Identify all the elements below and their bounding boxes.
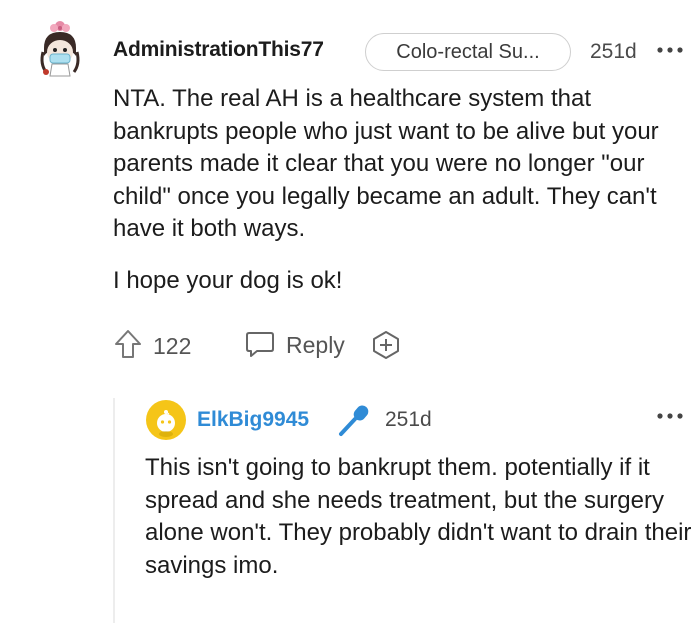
reply-icon[interactable] <box>244 328 276 360</box>
vote-score: 122 <box>153 333 192 359</box>
thread-line[interactable] <box>113 398 115 623</box>
microphone-icon <box>335 403 373 437</box>
more-options-icon[interactable] <box>654 406 690 426</box>
reply-username[interactable]: ElkBig9945 <box>197 408 309 432</box>
comment-username[interactable]: AdministrationThis77 <box>113 38 324 62</box>
comment-paragraph: I hope your dog is ok! <box>113 266 343 294</box>
more-options-icon[interactable] <box>654 40 690 60</box>
upvote-icon[interactable] <box>113 328 143 360</box>
comment-body: NTA. The real AH is a healthcare system … <box>113 83 683 297</box>
reply-age: 251d <box>385 408 432 431</box>
user-flair-badge: Colo-rectal Su... <box>365 33 571 71</box>
reply-body: This isn't going to bankrupt them. poten… <box>145 454 692 579</box>
user-avatar[interactable] <box>146 400 186 440</box>
user-avatar[interactable] <box>34 18 86 80</box>
award-icon[interactable] <box>370 329 402 361</box>
comment-age: 251d <box>590 40 637 63</box>
comment-paragraph: NTA. The real AH is a healthcare system … <box>113 85 659 242</box>
reply-button[interactable]: Reply <box>286 332 345 359</box>
